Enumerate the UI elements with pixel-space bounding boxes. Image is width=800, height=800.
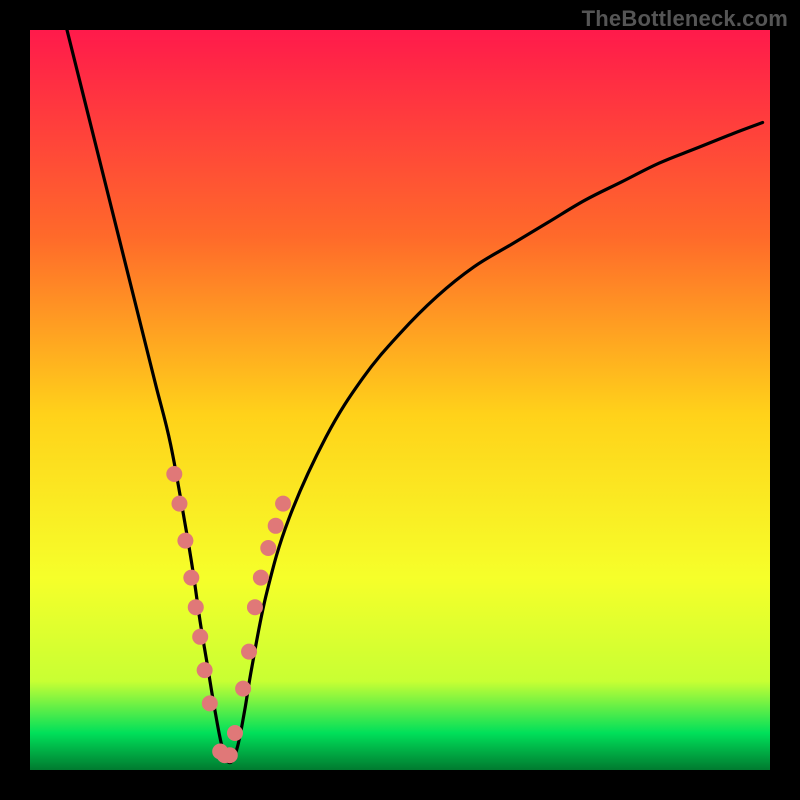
highlight-dot	[260, 540, 276, 556]
highlight-dot	[177, 533, 193, 549]
highlight-dot	[222, 747, 238, 763]
watermark-text: TheBottleneck.com	[582, 6, 788, 32]
highlight-dot	[275, 496, 291, 512]
highlight-dot	[253, 570, 269, 586]
highlight-dot	[235, 681, 251, 697]
highlight-dot	[166, 466, 182, 482]
highlight-dot	[202, 695, 218, 711]
highlight-dot	[268, 518, 284, 534]
highlight-dot	[197, 662, 213, 678]
highlight-dot	[171, 496, 187, 512]
highlight-dot	[188, 599, 204, 615]
bottleneck-chart	[0, 0, 800, 800]
highlight-dot	[183, 570, 199, 586]
highlight-dot	[227, 725, 243, 741]
highlight-dot	[192, 629, 208, 645]
plot-background	[30, 30, 770, 770]
highlight-dot	[241, 644, 257, 660]
chart-stage: TheBottleneck.com	[0, 0, 800, 800]
highlight-dot	[247, 599, 263, 615]
